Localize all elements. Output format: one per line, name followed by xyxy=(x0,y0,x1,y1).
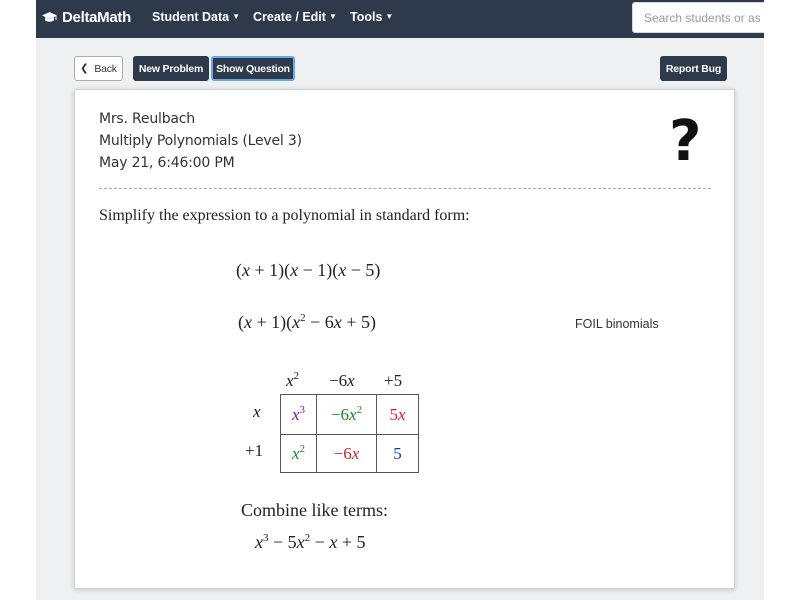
box-cell: 5 xyxy=(376,434,419,473)
nav-tools[interactable]: Tools ▼ xyxy=(350,10,393,24)
box-cell: x2 xyxy=(280,434,317,473)
assignment-date: May 21, 6:46:00 PM xyxy=(99,155,235,171)
teacher-name: Mrs. Reulbach xyxy=(99,111,195,127)
nav-tools-label: Tools xyxy=(350,10,383,24)
original-expression: (x + 1)(x − 1)(x − 5) xyxy=(236,260,381,280)
nav-student-data-label: Student Data xyxy=(152,10,230,24)
table-row: x2 −6x 5 xyxy=(280,434,419,473)
chevron-left-icon: ❮ xyxy=(80,63,89,74)
back-button[interactable]: ❮ Back xyxy=(74,56,123,81)
search-input[interactable] xyxy=(632,2,764,33)
brand-logo[interactable]: DeltaMath xyxy=(42,9,131,26)
box-col-header: +5 xyxy=(384,371,403,390)
report-bug-button[interactable]: Report Bug xyxy=(660,56,727,81)
brand-name: DeltaMath xyxy=(62,9,131,26)
app-window: DeltaMath Student Data ▼ Create / Edit ▼ T… xyxy=(36,0,764,600)
help-icon[interactable]: ? xyxy=(669,114,701,170)
box-method-table: x3 −6x2 5x x2 −6x 5 xyxy=(280,394,419,473)
top-navbar: DeltaMath Student Data ▼ Create / Edit ▼ T… xyxy=(36,0,764,38)
box-col-header: −6x xyxy=(329,371,355,390)
chevron-down-icon: ▼ xyxy=(232,12,241,21)
skill-name: Multiply Polynomials (Level 3) xyxy=(99,133,302,149)
box-cell: −6x2 xyxy=(316,394,377,435)
combine-label: Combine like terms: xyxy=(241,500,388,520)
foil-note: FOIL binomials xyxy=(575,317,659,331)
box-col-header: x2 xyxy=(286,370,300,391)
back-button-label: Back xyxy=(94,62,117,75)
show-question-button[interactable]: Show Question xyxy=(211,56,295,81)
box-cell: x3 xyxy=(280,394,317,435)
box-cell: −6x xyxy=(316,434,377,473)
box-cell: 5x xyxy=(376,394,419,435)
divider xyxy=(99,188,711,189)
problem-instructions: Simplify the expression to a polynomial … xyxy=(99,207,470,224)
graduation-cap-icon xyxy=(42,11,57,22)
chevron-down-icon: ▼ xyxy=(385,12,394,21)
problem-card: Mrs. Reulbach Multiply Polynomials (Leve… xyxy=(74,89,735,589)
new-problem-button[interactable]: New Problem xyxy=(133,56,209,81)
box-row-header: +1 xyxy=(245,441,264,460)
nav-student-data[interactable]: Student Data ▼ xyxy=(152,10,240,24)
nav-create-edit[interactable]: Create / Edit ▼ xyxy=(253,10,337,24)
foil-step-expression: (x + 1)(x2 − 6x + 5) xyxy=(238,312,376,332)
chevron-down-icon: ▼ xyxy=(328,12,337,21)
table-row: x3 −6x2 5x xyxy=(280,394,419,435)
final-answer-expression: x3 − 5x2 − x + 5 xyxy=(255,532,366,552)
nav-create-edit-label: Create / Edit xyxy=(253,10,326,24)
box-row-header: x xyxy=(253,402,261,421)
